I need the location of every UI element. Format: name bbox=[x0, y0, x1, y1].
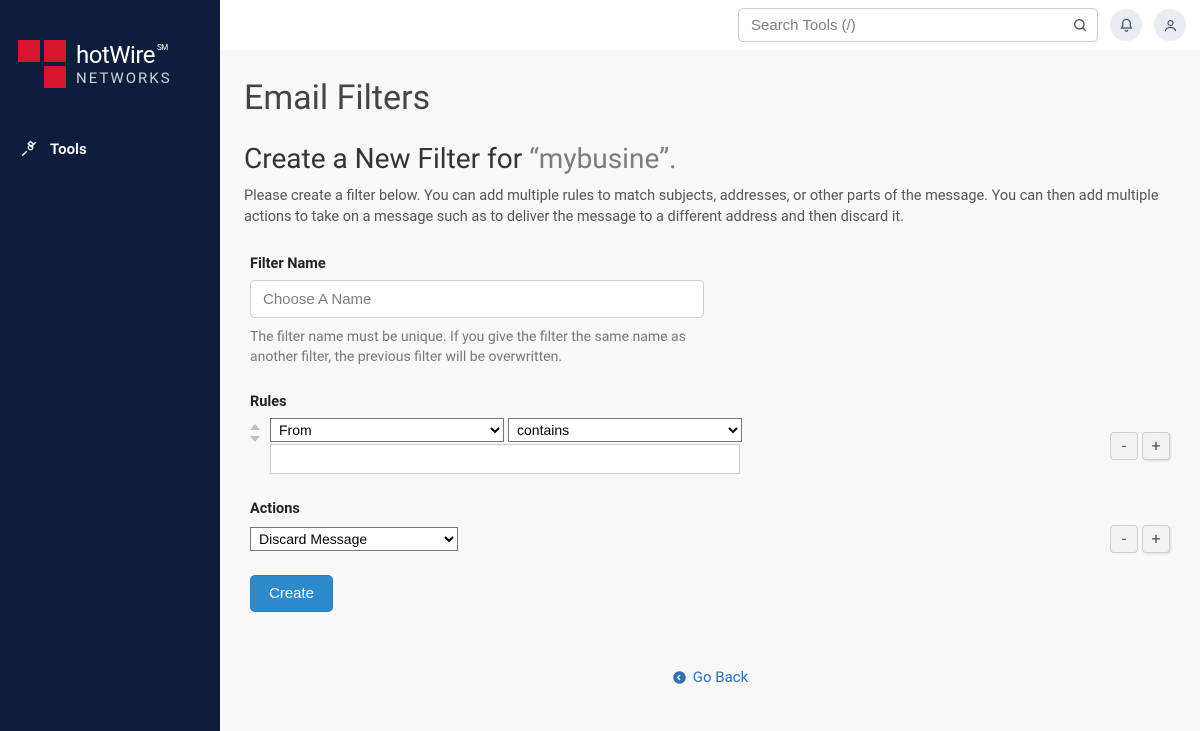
add-rule-button[interactable]: + bbox=[1142, 432, 1170, 460]
brand-logo-mark bbox=[18, 40, 66, 88]
tools-icon bbox=[20, 140, 38, 158]
notifications-button[interactable] bbox=[1110, 9, 1142, 41]
remove-rule-button[interactable]: - bbox=[1110, 432, 1138, 460]
search-wrap bbox=[738, 8, 1098, 42]
move-up-icon[interactable] bbox=[250, 424, 260, 430]
footer: cPanel 104.0.4 Home Trademarks Privacy P… bbox=[244, 689, 1176, 731]
brand-subtitle: NETWORKS bbox=[76, 69, 172, 87]
rules-label: Rules bbox=[250, 393, 1170, 410]
sidebar-item-label: Tools bbox=[50, 140, 87, 158]
brand-name: hotWire bbox=[76, 41, 155, 69]
filter-name-label: Filter Name bbox=[250, 255, 1170, 272]
sidebar-item-tools[interactable]: Tools bbox=[0, 128, 220, 170]
actions-label: Actions bbox=[250, 500, 1170, 517]
add-action-button[interactable]: + bbox=[1142, 525, 1170, 553]
rule-reorder-handle bbox=[250, 424, 270, 442]
bell-icon bbox=[1119, 18, 1134, 33]
move-down-icon[interactable] bbox=[250, 436, 260, 442]
go-back-label: Go Back bbox=[693, 668, 748, 686]
page-title: Email Filters bbox=[244, 78, 1176, 118]
action-select[interactable]: Discard Message bbox=[250, 527, 458, 551]
go-back-link[interactable]: Go Back bbox=[672, 668, 748, 686]
brand-logo: hotWireSM NETWORKS bbox=[0, 40, 220, 128]
brand-tm: SM bbox=[157, 43, 168, 52]
filter-name-input[interactable] bbox=[250, 280, 704, 318]
page-subtitle: Create a New Filter for “mybusine”. bbox=[244, 142, 1176, 175]
search-input[interactable] bbox=[738, 8, 1098, 42]
filter-name-help: The filter name must be unique. If you g… bbox=[250, 328, 690, 367]
account-button[interactable] bbox=[1154, 9, 1186, 41]
remove-action-button[interactable]: - bbox=[1110, 525, 1138, 553]
create-button[interactable]: Create bbox=[250, 575, 333, 612]
intro-text: Please create a filter below. You can ad… bbox=[244, 185, 1176, 227]
rule-value-input[interactable] bbox=[270, 444, 740, 474]
brand-logo-text: hotWireSM NETWORKS bbox=[76, 41, 172, 87]
back-arrow-icon bbox=[672, 670, 687, 685]
sidebar: hotWireSM NETWORKS Tools bbox=[0, 0, 220, 731]
subtitle-quoted: “mybusine”. bbox=[529, 142, 676, 175]
topbar bbox=[220, 0, 1200, 50]
rule-condition-select[interactable]: contains bbox=[508, 418, 742, 442]
user-icon bbox=[1163, 18, 1178, 33]
rule-field-select[interactable]: From bbox=[270, 418, 504, 442]
subtitle-prefix: Create a New Filter for bbox=[244, 142, 529, 175]
search-icon bbox=[1072, 17, 1088, 33]
